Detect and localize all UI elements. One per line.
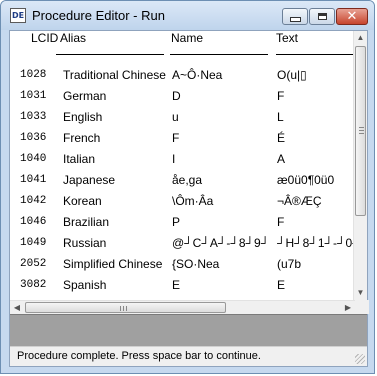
column-header-label: Name bbox=[171, 31, 204, 45]
scroll-right-icon[interactable]: ▶ bbox=[341, 301, 355, 314]
name-cell: @┘C┘A┘-┘8┘9┘a bbox=[172, 236, 268, 250]
header-underline bbox=[276, 54, 355, 55]
lcid-cell: 1028 bbox=[20, 69, 47, 81]
text-cell: F bbox=[277, 215, 285, 229]
alias-cell: Spanish bbox=[63, 278, 107, 292]
name-cell: P bbox=[172, 215, 181, 229]
table-row[interactable]: 1049 Russian @┘C┘A┘-┘8┘9┘a ┘H┘8┘1┘-┘0┘ bbox=[10, 233, 355, 254]
alias-cell: French bbox=[63, 131, 101, 145]
alias-cell: Traditional Chinese bbox=[63, 68, 166, 82]
name-cell: I bbox=[172, 152, 176, 166]
text-cell: ┘H┘8┘1┘-┘0┘ bbox=[277, 236, 353, 250]
lcid-cell: 1033 bbox=[20, 111, 47, 123]
text-cell: L bbox=[277, 110, 284, 124]
title-bar[interactable]: DE Procedure Editor - Run ✕ bbox=[1, 1, 374, 30]
maximize-icon bbox=[317, 13, 327, 20]
table-row[interactable]: 1046 Brazilian P F bbox=[10, 212, 355, 233]
status-text: Procedure complete. Press space bar to c… bbox=[17, 350, 261, 362]
grip-line bbox=[359, 130, 364, 131]
name-cell: u bbox=[172, 110, 179, 124]
minimize-button[interactable] bbox=[282, 8, 308, 25]
close-button[interactable]: ✕ bbox=[336, 8, 368, 25]
resize-grip-icon[interactable] bbox=[355, 354, 365, 364]
name-cell: \Ôm·Âa bbox=[172, 194, 214, 208]
name-cell: F bbox=[172, 131, 180, 145]
grip-line bbox=[359, 133, 364, 134]
maximize-button[interactable] bbox=[309, 8, 335, 25]
column-header-label: Text bbox=[276, 31, 299, 45]
lcid-cell: 3082 bbox=[20, 279, 47, 291]
close-icon: ✕ bbox=[346, 9, 358, 24]
table-row[interactable]: 1028 Traditional Chinese A~Ô·Nea O(u|▯ bbox=[10, 65, 355, 86]
grip-line bbox=[359, 127, 364, 128]
text-cell: æ0ü0¶0ü0 bbox=[277, 173, 335, 187]
alias-cell: Italian bbox=[63, 152, 96, 166]
table-row[interactable]: 1042 Korean \Ôm·Âa ¬Â®ÆÇ bbox=[10, 191, 355, 212]
table-row[interactable]: 1036 French F É bbox=[10, 128, 355, 149]
vertical-scroll-thumb[interactable] bbox=[355, 46, 366, 216]
lcid-cell: 1040 bbox=[20, 153, 47, 165]
text-cell: (u7b bbox=[277, 257, 302, 271]
text-cell: O(u|▯ bbox=[277, 68, 307, 82]
lcid-cell: 1036 bbox=[20, 132, 47, 144]
lcid-cell: 1046 bbox=[20, 216, 47, 228]
language-list[interactable]: LCID Alias Name Text 1028 Traditional Ch… bbox=[10, 31, 355, 300]
client-area: LCID Alias Name Text 1028 Traditional Ch… bbox=[9, 30, 369, 367]
lcid-cell: 1031 bbox=[20, 90, 47, 102]
alias-cell: English bbox=[63, 110, 103, 124]
minimize-icon bbox=[289, 17, 301, 22]
column-header-text[interactable]: Text bbox=[276, 31, 355, 55]
horizontal-scroll-thumb[interactable] bbox=[25, 302, 226, 313]
scrollbar-corner bbox=[355, 300, 369, 314]
header-underline bbox=[170, 54, 268, 55]
vertical-scrollbar[interactable]: ▲ ▼ bbox=[353, 31, 367, 300]
lcid-cell: 1042 bbox=[20, 195, 47, 207]
name-cell: D bbox=[172, 89, 181, 103]
table-row[interactable]: 1041 Japanese åe,ga æ0ü0¶0ü0 bbox=[10, 170, 355, 191]
table-row[interactable]: 1040 Italian I A bbox=[10, 149, 355, 170]
column-header-label: Alias bbox=[60, 31, 87, 45]
grip-line bbox=[123, 306, 124, 311]
grip-line bbox=[120, 306, 121, 311]
name-cell: A~Ô·Nea bbox=[172, 68, 223, 82]
header-underline bbox=[56, 54, 164, 55]
column-header-name[interactable]: Name bbox=[170, 31, 268, 55]
text-cell: ¬Â®ÆÇ bbox=[277, 194, 322, 208]
lcid-cell: 1041 bbox=[20, 174, 47, 186]
alias-cell: Simplified Chinese bbox=[63, 257, 163, 271]
table-row[interactable]: 3082 Spanish E E bbox=[10, 275, 355, 296]
table-row[interactable]: 2052 Simplified Chinese {SO·Nea (u7b bbox=[10, 254, 355, 275]
alias-cell: Japanese bbox=[63, 173, 116, 187]
text-cell: E bbox=[277, 278, 286, 292]
window-title: Procedure Editor - Run bbox=[32, 8, 165, 23]
text-cell: A bbox=[277, 152, 286, 166]
lcid-cell: 1049 bbox=[20, 237, 47, 249]
name-cell: åe,ga bbox=[172, 173, 203, 187]
alias-cell: Russian bbox=[63, 236, 107, 250]
text-cell: É bbox=[277, 131, 286, 145]
lcid-cell: 2052 bbox=[20, 258, 47, 270]
grip-line bbox=[126, 306, 127, 311]
column-header-label: LCID bbox=[31, 31, 59, 45]
scroll-down-icon[interactable]: ▼ bbox=[354, 286, 367, 299]
scroll-left-icon[interactable]: ◀ bbox=[10, 301, 24, 314]
alias-cell: German bbox=[63, 89, 107, 103]
alias-cell: Brazilian bbox=[63, 215, 110, 229]
table-row[interactable]: 1031 German D F bbox=[10, 86, 355, 107]
horizontal-scrollbar[interactable]: ◀ ▶ bbox=[10, 300, 355, 314]
output-panel bbox=[10, 314, 367, 346]
alias-cell: Korean bbox=[63, 194, 102, 208]
name-cell: {SO·Nea bbox=[172, 257, 220, 271]
status-bar: Procedure complete. Press space bar to c… bbox=[10, 346, 367, 366]
app-icon: DE bbox=[10, 8, 26, 23]
name-cell: E bbox=[172, 278, 181, 292]
column-header-alias[interactable]: Alias bbox=[56, 31, 164, 55]
procedure-editor-window: DE Procedure Editor - Run ✕ LCID Alias N… bbox=[0, 0, 375, 374]
text-cell: F bbox=[277, 89, 285, 103]
table-row[interactable]: 1033 English u L bbox=[10, 107, 355, 128]
scroll-up-icon[interactable]: ▲ bbox=[354, 31, 367, 44]
column-header-lcid[interactable]: LCID bbox=[10, 31, 59, 55]
